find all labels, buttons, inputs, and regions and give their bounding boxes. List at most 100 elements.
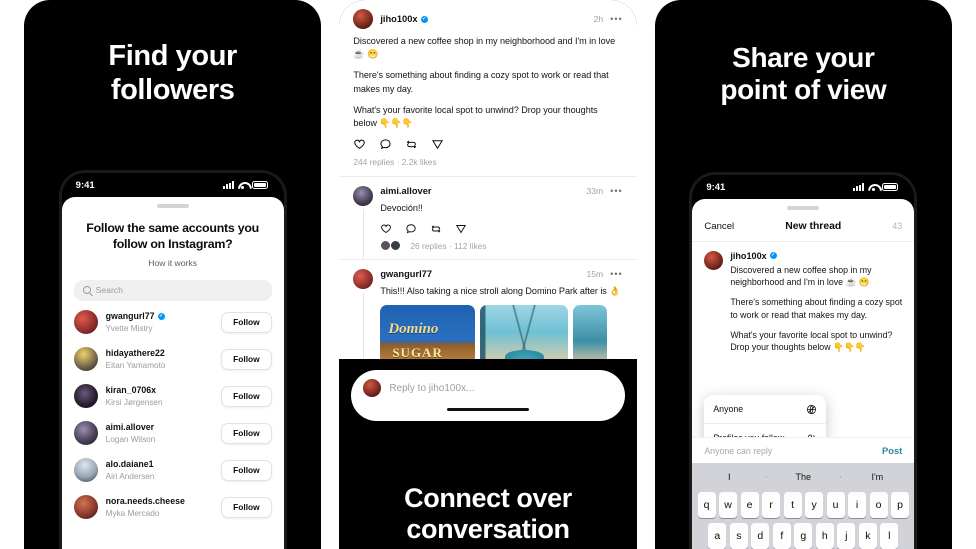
more-options-icon[interactable]: ••• <box>610 269 622 279</box>
photo-sign-bottom: SUGAR <box>392 345 443 359</box>
share-icon[interactable] <box>431 138 444 151</box>
like-icon[interactable] <box>380 223 392 235</box>
key-s[interactable]: s <box>729 523 748 549</box>
avatar <box>73 347 98 372</box>
key-p[interactable]: p <box>891 492 910 518</box>
more-options-icon[interactable]: ••• <box>610 14 622 24</box>
user-handle: aimi.allover <box>106 422 213 433</box>
status-time: 9:41 <box>706 181 726 193</box>
search-placeholder: Search <box>95 285 123 296</box>
key-d[interactable]: d <box>751 523 770 549</box>
list-item[interactable]: nora.needs.cheese Myka Mercado Follow <box>62 489 284 526</box>
suggestion-0[interactable]: I <box>692 472 766 482</box>
key-h[interactable]: h <box>815 523 834 549</box>
follow-button[interactable]: Follow <box>221 311 272 333</box>
post-header: gwangurl77 15m ••• <box>380 269 622 279</box>
post-paragraph: There's something about finding a cozy s… <box>353 70 609 94</box>
user-info: aimi.allover Logan Wilson <box>106 422 213 445</box>
key-j[interactable]: j <box>837 523 856 549</box>
like-icon[interactable] <box>353 138 366 151</box>
post-handle[interactable]: gwangurl77 <box>380 269 432 279</box>
key-f[interactable]: f <box>772 523 791 549</box>
follow-button[interactable]: Follow <box>221 496 272 518</box>
comment-icon[interactable] <box>379 138 392 151</box>
panel-share-your-point-of-view: Share your point of view 9:41 Cancel New… <box>654 0 952 549</box>
reply-composer[interactable]: Reply to jiho100x... <box>351 370 625 421</box>
post-body: aimi.allover 33m ••• Devoción!! 26 repli… <box>380 186 622 259</box>
status-time: 9:41 <box>75 179 95 191</box>
key-w[interactable]: w <box>719 492 738 518</box>
post-metrics: 26 replies · 112 likes <box>380 235 622 259</box>
menu-item-label: Anyone <box>713 404 744 414</box>
photo-domino-sugar[interactable]: Domino SUGAR <box>380 305 476 359</box>
how-it-works-link[interactable]: How it works <box>62 252 284 268</box>
key-t[interactable]: t <box>783 492 802 518</box>
verified-badge-icon <box>769 252 777 259</box>
key-r[interactable]: r <box>762 492 781 518</box>
user-info: gwangurl77 Yvette Mistry <box>106 311 213 334</box>
key-k[interactable]: k <box>858 523 877 549</box>
list-item[interactable]: alo.daiane1 Airi Andersen Follow <box>62 452 284 489</box>
handle-text: alo.daiane1 <box>105 458 154 469</box>
repost-icon[interactable] <box>405 138 418 151</box>
user-realname: Airi Andersen <box>105 471 155 481</box>
panel3-phone-mockup: 9:41 Cancel New thread 43 jiho100x ✓ Dis… <box>689 172 918 549</box>
user-realname: Yvette Mistry <box>105 323 153 333</box>
avatar <box>73 495 98 520</box>
list-item[interactable]: hidayathere22 Eitan Yamamoto Follow <box>62 341 284 378</box>
search-input[interactable]: Search <box>73 279 272 301</box>
post-photo-carousel[interactable]: Domino SUGAR <box>380 298 622 359</box>
share-icon[interactable] <box>455 223 467 235</box>
key-i[interactable]: i <box>848 492 867 518</box>
panel1-headline: Find your followers <box>24 0 321 107</box>
suggestion-2[interactable]: I'm <box>840 472 914 482</box>
comment-icon[interactable] <box>405 223 417 235</box>
follow-button[interactable]: Follow <box>221 385 272 407</box>
photo-bridge[interactable] <box>480 305 569 359</box>
signal-icon <box>222 181 234 189</box>
cancel-button[interactable]: Cancel <box>704 221 734 232</box>
panel-connect-over-conversation: jiho100x 2h ••• Discovered a new coffee … <box>339 0 637 549</box>
more-options-icon[interactable]: ••• <box>610 186 622 196</box>
reply-policy-label[interactable]: Anyone can reply <box>704 446 772 456</box>
key-u[interactable]: u <box>826 492 845 518</box>
post-header: aimi.allover 33m ••• <box>380 186 622 196</box>
follow-button[interactable]: Follow <box>221 422 272 444</box>
list-item[interactable]: gwangurl77 Yvette Mistry Follow <box>62 304 284 341</box>
post-actions <box>353 130 622 151</box>
post-handle[interactable]: aimi.allover <box>380 186 431 196</box>
user-realname: Eitan Yamamoto <box>105 360 166 370</box>
avatar <box>73 310 98 335</box>
feed-post: jiho100x 2h ••• Discovered a new coffee … <box>339 0 636 176</box>
key-a[interactable]: a <box>708 523 727 549</box>
key-g[interactable]: g <box>794 523 813 549</box>
list-item[interactable]: kiran_0706x Kirsi Jørgensen Follow <box>62 378 284 415</box>
user-handle: alo.daiane1 <box>106 459 213 470</box>
post-body: gwangurl77 15m ••• This!!! Also taking a… <box>380 269 622 359</box>
follow-button[interactable]: Follow <box>221 459 272 481</box>
photo-sign-top: Domino <box>388 321 439 338</box>
suggestion-1[interactable]: The <box>766 472 840 482</box>
follow-button[interactable]: Follow <box>221 348 272 370</box>
photo-third[interactable] <box>573 305 608 359</box>
key-e[interactable]: e <box>740 492 759 518</box>
post-text: Devoción!! <box>380 196 622 215</box>
key-q[interactable]: q <box>697 492 716 518</box>
compose-content[interactable]: jiho100x Discovered a new coffee shop in… <box>730 251 902 355</box>
list-item[interactable]: aimi.allover Logan Wilson Follow <box>62 415 284 452</box>
key-o[interactable]: o <box>869 492 888 518</box>
post-text: This!!! Also taking a nice stroll along … <box>380 279 622 298</box>
post-handle[interactable]: jiho100x <box>380 14 428 24</box>
compose-footer: Anyone can reply Post <box>692 437 915 463</box>
post-meta-right: 2h ••• <box>594 14 623 24</box>
key-y[interactable]: y <box>805 492 824 518</box>
repost-icon[interactable] <box>430 223 442 235</box>
key-l[interactable]: l <box>880 523 899 549</box>
user-info: nora.needs.cheese Myka Mercado <box>106 496 213 519</box>
handle-text: gwangurl77 <box>380 269 432 280</box>
post-button[interactable]: Post <box>882 445 902 456</box>
panel2-caption-line1: Connect over <box>404 483 572 514</box>
menu-item-anyone[interactable]: Anyone <box>704 395 826 423</box>
user-realname: Logan Wilson <box>105 434 156 444</box>
post-paragraph: This!!! Also taking a nice stroll along … <box>380 286 621 297</box>
